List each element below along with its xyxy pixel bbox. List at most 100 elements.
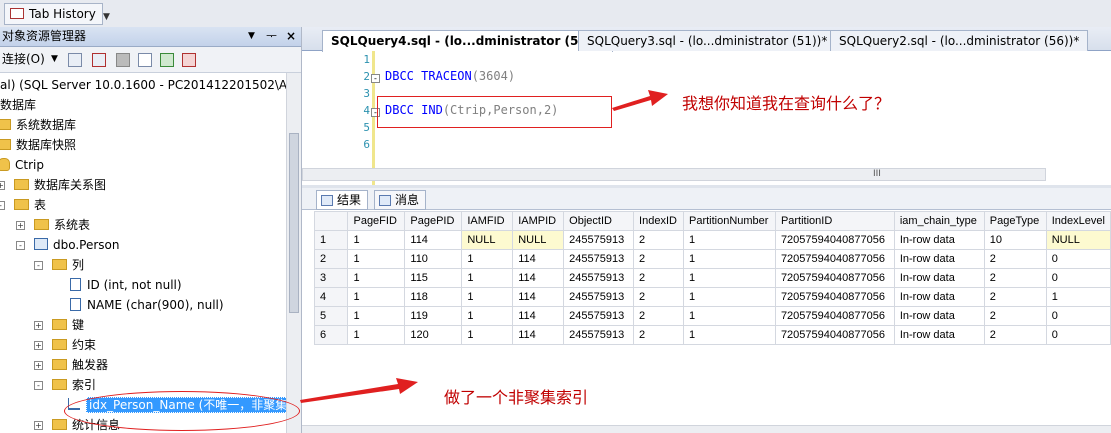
- grid-cell[interactable]: 72057594040877056: [774, 287, 895, 307]
- column-header[interactable]: IndexID: [633, 211, 684, 231]
- grid-cell[interactable]: 1: [461, 325, 514, 345]
- connect-dropdown-icon[interactable]: ▼: [51, 47, 58, 72]
- grid-cell[interactable]: 118: [404, 287, 463, 307]
- grid-cell[interactable]: 245575913: [563, 325, 635, 345]
- grid-cell[interactable]: 114: [404, 230, 463, 250]
- grid-cell[interactable]: 245575913: [563, 306, 635, 326]
- tree-databases-node[interactable]: 数据库: [0, 95, 36, 115]
- grid-cell[interactable]: 1: [682, 306, 776, 326]
- column-header[interactable]: PageFID: [347, 211, 406, 231]
- grid-cell[interactable]: 2: [983, 249, 1047, 269]
- grid-cell[interactable]: 1: [461, 268, 514, 288]
- fold-collapse-icon[interactable]: -: [371, 74, 380, 83]
- grid-cell[interactable]: 1: [682, 230, 776, 250]
- tree-system-tables-node[interactable]: + 系统表: [16, 215, 90, 235]
- grid-cell[interactable]: 0: [1045, 325, 1111, 345]
- column-header[interactable]: IAMPID: [512, 211, 565, 231]
- grid-cell[interactable]: In-row data: [893, 249, 985, 269]
- grid-cell[interactable]: 72057594040877056: [774, 230, 895, 250]
- connect-object-icon[interactable]: [68, 53, 82, 67]
- grid-cell[interactable]: In-row data: [893, 325, 985, 345]
- grid-cell[interactable]: In-row data: [893, 230, 985, 250]
- tab-results[interactable]: 结果: [316, 190, 369, 210]
- grid-cell[interactable]: 245575913: [563, 268, 635, 288]
- grid-cell[interactable]: 110: [404, 249, 463, 269]
- tab-messages[interactable]: 消息: [374, 190, 427, 210]
- scrollbar-grip[interactable]: III: [873, 169, 881, 179]
- expand-icon[interactable]: +: [34, 321, 43, 330]
- grid-cell[interactable]: In-row data: [893, 287, 985, 307]
- grid-cell[interactable]: 10: [983, 230, 1047, 250]
- tree-system-databases-node[interactable]: 系统数据库: [0, 115, 76, 135]
- grid-cell[interactable]: 2: [633, 268, 684, 288]
- grid-cell[interactable]: 114: [512, 249, 565, 269]
- grid-cell[interactable]: 1: [461, 306, 514, 326]
- summary-icon[interactable]: [182, 53, 196, 67]
- close-icon[interactable]: ×: [286, 27, 296, 46]
- refresh-icon[interactable]: [160, 53, 174, 67]
- grid-cell[interactable]: 0: [1045, 249, 1111, 269]
- expand-icon[interactable]: +: [16, 221, 25, 230]
- pin-icon[interactable]: ᅮ: [266, 27, 277, 46]
- grid-cell[interactable]: 2: [633, 325, 684, 345]
- grid-cell[interactable]: 72057594040877056: [774, 325, 895, 345]
- tree-columns-node[interactable]: - 列: [34, 255, 84, 275]
- grid-cell[interactable]: 245575913: [563, 249, 635, 269]
- collapse-icon[interactable]: -: [0, 201, 5, 210]
- results-grid[interactable]: PageFID PagePID IAMFID IAMPID ObjectID I…: [313, 211, 1111, 345]
- expand-icon[interactable]: +: [34, 341, 43, 350]
- grid-cell[interactable]: 1: [1045, 287, 1111, 307]
- grid-cell[interactable]: 120: [404, 325, 463, 345]
- tab-sqlquery2[interactable]: SQLQuery2.sql - (lo...dministrator (56))…: [830, 30, 1089, 51]
- grid-cell[interactable]: 1: [347, 287, 406, 307]
- grid-cell[interactable]: 1: [461, 287, 514, 307]
- tab-sqlquery4[interactable]: SQLQuery4.sql - (lo...dministrator (57))…: [322, 30, 613, 52]
- column-header[interactable]: PartitionNumber: [682, 211, 776, 231]
- grid-cell[interactable]: NULL: [461, 230, 514, 250]
- grid-cell[interactable]: 114: [512, 268, 565, 288]
- grid-cell[interactable]: 0: [1045, 268, 1111, 288]
- grid-cell[interactable]: In-row data: [893, 306, 985, 326]
- collapse-icon[interactable]: -: [16, 241, 25, 250]
- filter-icon[interactable]: [138, 53, 152, 67]
- scrollbar-thumb[interactable]: [289, 133, 299, 313]
- editor-horizontal-scrollbar[interactable]: III: [302, 168, 1046, 181]
- tree-ctrip-node[interactable]: Ctrip: [0, 155, 44, 175]
- grid-cell[interactable]: 115: [404, 268, 463, 288]
- tree-tables-node[interactable]: - 表: [0, 195, 46, 215]
- column-header[interactable]: IndexLevel: [1045, 211, 1111, 231]
- tab-sqlquery3[interactable]: SQLQuery3.sql - (lo...dministrator (51))…: [578, 30, 837, 51]
- tree-constraints-node[interactable]: + 约束: [34, 335, 96, 355]
- tree-indexes-node[interactable]: - 索引: [34, 375, 96, 395]
- grid-cell[interactable]: In-row data: [893, 268, 985, 288]
- toolbar-dropdown-icon[interactable]: ▼: [103, 12, 110, 22]
- grid-cell[interactable]: 2: [983, 268, 1047, 288]
- grid-cell[interactable]: 2: [983, 306, 1047, 326]
- grid-cell[interactable]: 245575913: [563, 230, 635, 250]
- grid-cell[interactable]: 1: [347, 325, 406, 345]
- grid-cell[interactable]: NULL: [512, 230, 565, 250]
- column-header[interactable]: PartitionID: [774, 211, 895, 231]
- table-row[interactable]: 2 1 110 1 114 245575913 2 1 720575940408…: [313, 249, 1111, 269]
- grid-cell[interactable]: 0: [1045, 306, 1111, 326]
- grid-cell[interactable]: 119: [404, 306, 463, 326]
- grid-cell[interactable]: 72057594040877056: [774, 268, 895, 288]
- grid-cell[interactable]: 1: [347, 268, 406, 288]
- grid-cell[interactable]: 2: [633, 230, 684, 250]
- grid-cell[interactable]: 2: [633, 287, 684, 307]
- grid-cell[interactable]: 1: [682, 249, 776, 269]
- grid-cell[interactable]: 2: [633, 249, 684, 269]
- column-header[interactable]: ObjectID: [563, 211, 635, 231]
- grid-cell[interactable]: 1: [347, 230, 406, 250]
- grid-cell[interactable]: 1: [347, 249, 406, 269]
- grid-cell[interactable]: 1: [682, 268, 776, 288]
- grid-cell[interactable]: 245575913: [563, 287, 635, 307]
- grid-cell[interactable]: 1: [347, 306, 406, 326]
- expand-icon[interactable]: +: [34, 361, 43, 370]
- grid-cell[interactable]: 114: [512, 325, 565, 345]
- collapse-icon[interactable]: -: [34, 261, 43, 270]
- column-header[interactable]: PageType: [983, 211, 1047, 231]
- tree-column-id[interactable]: ID (int, not null): [70, 275, 182, 295]
- column-header[interactable]: iam_chain_type: [893, 211, 985, 231]
- table-row[interactable]: 1 1 114 NULL NULL 245575913 2 1 72057594…: [313, 230, 1111, 250]
